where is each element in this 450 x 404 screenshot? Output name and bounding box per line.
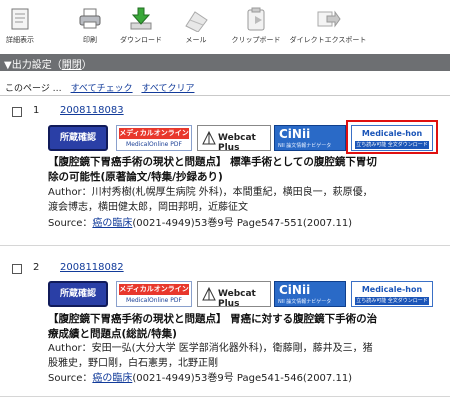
record-author-line: Author：安田一弘(大分大学 医学部消化器外科)，衛藤剛，藤井及三，猪 — [48, 343, 373, 354]
source-details: (0021-4949)53巻9号 Page541-546(2007.11) — [132, 373, 353, 384]
medical-online-subtitle: MedicalOnline PDF — [126, 141, 182, 148]
clipboard-label: クリップボード — [231, 36, 281, 44]
record-author-line: 股雅史，野口剛，白石憲男，北野正剛 — [48, 358, 218, 369]
record-divider — [0, 396, 450, 397]
record-author-line: 渡会博志，横田健太郎，岡田邦明，近藤征文 — [48, 202, 248, 213]
cinii-link[interactable]: CiNii NII 論文情報ナビゲータ — [274, 281, 346, 307]
webcat-plus-label: Webcat Plus — [218, 289, 256, 309]
record-title-line: 除の可能性(原著論文/特集/抄録あり) — [48, 171, 223, 183]
record-checkbox[interactable] — [12, 264, 22, 274]
clipboard-button[interactable]: クリップボード — [226, 6, 286, 45]
record-number: 1 — [33, 105, 40, 116]
webcat-plus-label: Webcat Plus — [218, 133, 256, 153]
record-id-link[interactable]: 2008118083 — [60, 105, 124, 116]
record-title-line: 【腹腔鏡下胃癌手術の現状と問題点】 標準手術としての腹腔鏡下胃切 — [48, 156, 377, 168]
output-settings-toggle-link[interactable]: 開閉 — [62, 60, 82, 71]
download-button[interactable]: ダウンロード — [116, 6, 166, 45]
clipboard-icon — [247, 7, 265, 31]
mail-icon — [185, 11, 208, 32]
record-divider — [0, 245, 450, 246]
divider — [0, 95, 450, 96]
record-title: 【腹腔鏡下胃癌手術の現状と問題点】 胃癌に対する腹腔鏡下手術の治 療成績と問題点… — [48, 312, 440, 342]
detail-view-label: 詳細表示 — [6, 36, 34, 44]
medical-online-subtitle: MedicalOnline PDF — [126, 297, 182, 304]
direct-export-button[interactable]: ダイレクトエクスポート — [288, 6, 368, 45]
medical-online-link[interactable]: メディカルオンライン MedicalOnline PDF — [116, 281, 192, 307]
toolbar: 詳細表示 印刷 ダウンロード メール クリップボード ダイレクトエクスポート — [0, 0, 450, 54]
printer-icon — [79, 8, 101, 29]
mail-label: メール — [185, 36, 207, 44]
download-icon — [130, 7, 152, 30]
medical-online-title: メディカルオンライン — [119, 284, 189, 295]
cinii-label: CiNii — [279, 127, 311, 141]
webcat-plus-link[interactable]: Webcat Plus — [197, 125, 271, 153]
book-icon — [202, 286, 216, 301]
webcat-plus-link[interactable]: Webcat Plus — [197, 281, 271, 309]
journal-link[interactable]: 癌の臨床 — [92, 218, 132, 229]
direct-export-label: ダイレクトエクスポート — [289, 36, 367, 44]
journal-link[interactable]: 癌の臨床 — [92, 373, 132, 384]
highlight-frame — [346, 120, 438, 154]
page-selection-row: このページ … すべてチェック すべてクリア — [5, 81, 194, 94]
cinii-subtitle: NII 論文情報ナビゲータ — [278, 143, 332, 149]
record-author-line: Author：川村秀樹(札幌厚生病院 外科)，本間重紀，横田良一，萩原優， — [48, 187, 373, 198]
record-checkbox[interactable] — [12, 107, 22, 117]
print-button[interactable]: 印刷 — [70, 6, 110, 45]
cinii-link[interactable]: CiNii NII 論文情報ナビゲータ — [274, 125, 346, 151]
medical-ehon-subtitle: 立ち読み可能 全文ダウンロード — [355, 297, 429, 305]
detail-icon — [11, 8, 29, 30]
output-settings-close-paren: ） — [81, 60, 92, 71]
record-number: 2 — [33, 262, 40, 273]
record-title-line: 【腹腔鏡下胃癌手術の現状と問題点】 胃癌に対する腹腔鏡下手術の治 — [48, 313, 378, 325]
holdings-check-button[interactable]: 所蔵確認 — [48, 125, 108, 151]
medical-online-title: メディカルオンライン — [119, 128, 189, 139]
record-authors: Author：川村秀樹(札幌厚生病院 外科)，本間重紀，横田良一，萩原優， 渡会… — [48, 185, 440, 215]
direct-export-icon — [317, 10, 341, 28]
clear-all-link[interactable]: すべてクリア — [141, 84, 194, 94]
cinii-subtitle: NII 論文情報ナビゲータ — [278, 299, 332, 305]
check-all-link[interactable]: すべてチェック — [71, 84, 133, 94]
medical-ehon-link[interactable]: Medicale-hon 立ち読み可能 全文ダウンロード — [351, 281, 433, 307]
medical-ehon-label: Medicale-hon — [361, 285, 423, 294]
print-label: 印刷 — [83, 36, 97, 44]
record-source: Source：癌の臨床(0021-4949)53巻9号 Page541-546(… — [48, 371, 440, 386]
mail-button[interactable]: メール — [176, 6, 216, 45]
source-label: Source： — [48, 218, 93, 229]
record-source: Source：癌の臨床(0021-4949)53巻9号 Page547-551(… — [48, 216, 440, 231]
source-details: (0021-4949)53巻9号 Page547-551(2007.11) — [132, 218, 353, 229]
record-title-line: 療成績と問題点(総説/特集) — [48, 328, 177, 340]
record-title: 【腹腔鏡下胃癌手術の現状と問題点】 標準手術としての腹腔鏡下胃切 除の可能性(原… — [48, 155, 440, 185]
output-settings-bar: ▼出力設定（開閉） — [0, 54, 450, 71]
holdings-check-button[interactable]: 所蔵確認 — [48, 281, 108, 307]
page-selection-label: このページ … — [5, 84, 62, 94]
cinii-label: CiNii — [279, 283, 311, 297]
detail-view-button[interactable]: 詳細表示 — [0, 6, 40, 45]
output-settings-text: ▼出力設定（開閉） — [4, 56, 92, 71]
source-label: Source： — [48, 373, 93, 384]
record-authors: Author：安田一弘(大分大学 医学部消化器外科)，衛藤剛，藤井及三，猪 股雅… — [48, 341, 440, 371]
output-settings-label: ▼出力設定（ — [4, 60, 62, 71]
record-id-link[interactable]: 2008118082 — [60, 262, 124, 273]
book-icon — [202, 130, 216, 145]
download-label: ダウンロード — [120, 36, 162, 44]
medical-online-link[interactable]: メディカルオンライン MedicalOnline PDF — [116, 125, 192, 151]
